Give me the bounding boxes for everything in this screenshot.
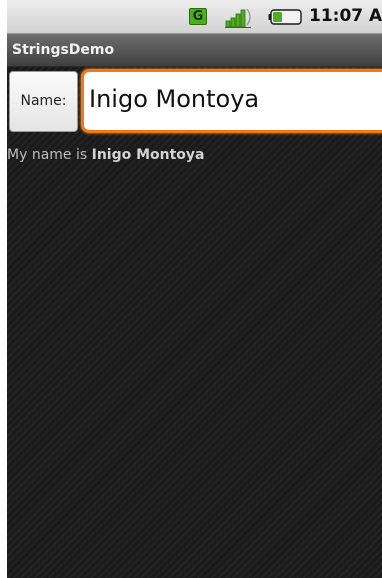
name-input[interactable] bbox=[89, 82, 382, 116]
name-field-frame[interactable] bbox=[81, 69, 382, 133]
status-bar: G 11:07 AM bbox=[7, 0, 382, 34]
greeting-name: Inigo Montoya bbox=[91, 147, 205, 163]
name-label: Name: bbox=[9, 71, 78, 132]
greeting-text: My name is Inigo Montoya bbox=[7, 146, 205, 164]
greeting-prefix: My name is bbox=[7, 147, 92, 163]
main-content: Name: My name is Inigo Montoya bbox=[7, 67, 382, 578]
network-badge-label: G bbox=[192, 9, 204, 24]
signal-strength-icon bbox=[225, 8, 251, 28]
phone-screen: G 11:07 AM StringsDemo Name: bbox=[7, 0, 382, 578]
battery-icon bbox=[268, 9, 302, 25]
app-frame: G 11:07 AM StringsDemo Name: bbox=[0, 0, 382, 578]
g-network-icon: G bbox=[189, 8, 207, 25]
title-bar: StringsDemo bbox=[7, 34, 382, 67]
status-clock: 11:07 AM bbox=[309, 6, 382, 26]
app-title: StringsDemo bbox=[12, 42, 115, 58]
